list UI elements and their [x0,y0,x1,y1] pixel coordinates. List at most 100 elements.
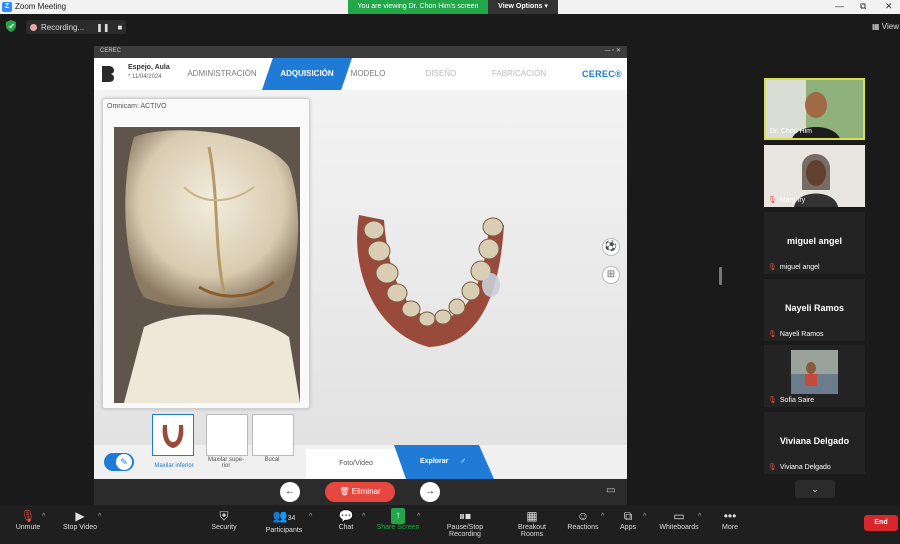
cerec-navbar: Espejo, Aula * 11/04/2024 ADMINISTRACIÓN… [94,58,627,90]
tab-fabricacion[interactable]: FABRICACIÓN [486,58,552,90]
recording-button-label: Pause/Stop Recording [446,524,484,538]
more-button[interactable]: ••• More [716,508,744,542]
security-button[interactable]: ⛨ Security [204,508,244,542]
breakout-rooms-button[interactable]: ▦ Breakout Rooms [506,508,558,542]
share-screen-label: Share Screen [376,524,420,531]
chevron-up-icon[interactable]: ^ [42,513,45,520]
participant-video [791,350,838,394]
tab-administracion[interactable]: ADMINISTRACIÓN [182,58,262,90]
unmute-label: Unmute [15,524,41,531]
thumb-maxilar-superior[interactable] [206,414,248,456]
view-button[interactable]: ▦ View [872,22,899,31]
video-camera-icon: ▶ [75,509,85,523]
3d-jaw-model[interactable] [339,185,519,355]
participant-tile-sofia-saire[interactable]: 🎙 Sofia Saire [764,345,865,407]
thumb-label-maxilar-inferior: Maxilar inferior [154,463,194,469]
add-region-icon[interactable]: ⊞ [602,266,620,284]
participant-display-name: Nayeli Ramos [784,303,845,313]
explorar-button[interactable]: Explorar ✓ [394,445,494,479]
whiteboards-button[interactable]: ▭ Whiteboards [656,508,702,542]
grid-view-icon: ▦ [872,22,880,31]
participant-display-name: Viviana Delgado [779,436,850,446]
chat-button[interactable]: 💬 Chat [332,508,360,542]
view-options-button[interactable]: View Options ▾ [488,0,558,14]
explorar-label: Explorar [420,458,449,465]
stop-video-button[interactable]: ▶ Stop Video [58,508,102,542]
share-screen-button[interactable]: ↑ Share Screen [376,508,420,542]
shared-screen: CEREC — ▫ ✕ Espejo, Aula * 11/04/2024 AD… [94,46,627,479]
chat-bubble-icon: 💬 [338,509,354,523]
apps-icon: ⧉ [623,509,633,523]
chevron-up-icon[interactable]: ^ [417,513,420,520]
end-meeting-button[interactable]: End [864,515,898,531]
lower-jaw-thumb-icon [162,425,184,448]
participant-name: 🎙 Sofia Saire [768,396,815,405]
participant-tile-nayeli-ramos[interactable]: Nayeli Ramos 🎙 Nayeli Ramos [764,279,865,341]
participant-tile-viviana-delgado[interactable]: Viviana Delgado 🎙 Viviana Delgado [764,412,865,474]
soccer-ball-icon[interactable]: ⚽ [602,238,620,256]
reactions-button[interactable]: ☺ Reactions [566,508,600,542]
thumb-bucal[interactable] [252,414,294,456]
participants-label: Participants [265,527,303,534]
participant-name: 🎙 miguel angel [768,263,820,272]
patient-date: * 11/04/2024 [128,74,162,80]
shield-icon[interactable] [6,20,16,32]
chevron-up-icon[interactable]: ^ [98,513,101,520]
apps-button[interactable]: ⧉ Apps [614,508,642,542]
chevron-up-icon[interactable]: ^ [362,513,365,520]
meeting-toolbar: 🎙 Unmute ^ ▶ Stop Video ^ ⛨ Security 👥34… [0,505,900,544]
chevron-up-icon[interactable]: ^ [698,513,701,520]
cerec-b-logo-icon [102,66,114,82]
pause-stop-icon: ⏸⏹ [458,509,471,523]
scan-viewport[interactable]: Omnicam: ACTIVO ⚽ ⊞ [94,90,627,445]
chevron-up-icon[interactable]: ^ [643,513,646,520]
participants-button[interactable]: 👥34 Participants [262,508,306,542]
share-screen-icon: ↑ [391,508,405,524]
omnicam-status: Omnicam: ACTIVO [107,103,167,110]
close-button[interactable]: ✕ [885,1,893,12]
brush-icon: ✎ [116,454,132,470]
recording-stop-icon[interactable]: ■ [118,23,123,32]
cerec-control-bar: ← 🗑 Eliminar → ▭ [94,479,627,505]
minimize-button[interactable]: — [835,1,844,11]
intraoral-camera-image [114,127,300,403]
thumb-maxilar-inferior[interactable] [152,414,194,456]
restore-button[interactable]: ⧉ [860,1,866,12]
tab-diseno[interactable]: DISEÑO [416,58,466,90]
view-button-label: View [881,22,899,31]
panel-resize-handle[interactable] [719,267,722,285]
forward-arrow-icon[interactable]: → [420,482,440,502]
recording-dot-icon [30,23,37,31]
comment-icon[interactable]: ▭ [606,485,615,496]
cerec-window-titlebar: CEREC — ▫ ✕ [94,46,627,58]
breakout-grid-icon: ▦ [526,509,538,523]
whiteboard-icon: ▭ [673,509,685,523]
more-label: More [722,524,738,531]
tab-adquisicion[interactable]: ADQUISICIÓN [262,58,352,90]
smiley-icon: ☺ [576,509,590,523]
foto-video-tab[interactable]: Foto/Video [306,449,406,479]
chevron-down-icon[interactable]: ⌄ [795,480,835,498]
pause-stop-recording-button[interactable]: ⏸⏹ Pause/Stop Recording [430,508,500,542]
shield-icon: ⛨ [219,509,229,523]
participants-icon: 👥34 [272,509,296,523]
scan-toggle[interactable]: ✎ [104,453,134,471]
recording-indicator: Recording... ❚❚ ■ [26,20,127,34]
participant-name: 🎙 Nayeli Ramos [768,330,824,339]
side-toolbar: ⚽ ⊞ [602,238,620,284]
muted-mic-icon: 🎙 [768,397,777,404]
security-label: Security [211,524,237,531]
cerec-window-controls[interactable]: — ▫ ✕ [605,47,622,54]
view-options-label: View Options [498,3,543,10]
participant-tile-miguel-angel[interactable]: miguel angel 🎙 miguel angel [764,212,865,274]
chevron-up-icon[interactable]: ^ [309,513,312,520]
eliminar-button[interactable]: 🗑 Eliminar [325,482,395,502]
tooth-closeup-image [114,127,300,403]
back-arrow-icon[interactable]: ← [280,482,300,502]
tab-modelo[interactable]: MODELO [342,58,394,90]
chevron-up-icon[interactable]: ^ [601,513,604,520]
recording-pause-icon[interactable]: ❚❚ [96,23,109,32]
participant-tile-mary-fry[interactable]: 🎙 Mary fry [764,145,865,207]
participant-name: 🎙 Viviana Delgado [768,463,831,472]
participant-tile-chon-him[interactable]: Dr. Chon Him [764,78,865,140]
